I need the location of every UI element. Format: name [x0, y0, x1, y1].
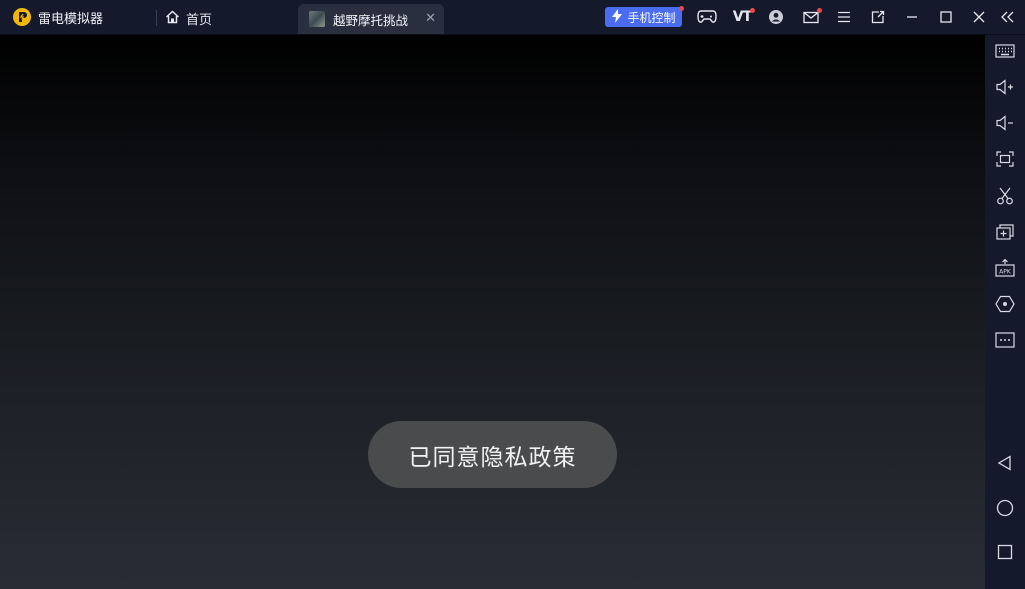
divider — [156, 10, 157, 26]
volume-down-icon[interactable] — [985, 108, 1025, 138]
close-icon[interactable] — [969, 8, 989, 26]
close-icon[interactable]: ✕ — [425, 11, 436, 26]
add-window-icon[interactable] — [985, 217, 1025, 247]
home-circle-icon[interactable] — [985, 493, 1025, 523]
vt-notification-dot — [750, 8, 755, 13]
back-icon[interactable] — [985, 448, 1025, 478]
location-icon[interactable] — [985, 289, 1025, 319]
title-bar: 雷电模拟器 首页 越野摩托挑战 ✕ 手机控制 VT — [0, 0, 1025, 35]
scissors-icon[interactable] — [985, 181, 1025, 211]
right-toolbar: APK — [985, 35, 1025, 589]
home-label: 首页 — [186, 13, 213, 28]
brand: 雷电模拟器 — [12, 7, 103, 27]
mail-notification-dot — [817, 8, 822, 13]
recent-apps-icon[interactable] — [985, 537, 1025, 567]
double-chevron-left-icon[interactable] — [997, 8, 1017, 26]
leidian-logo-icon — [12, 7, 32, 27]
toast-message: 已同意隐私政策 — [368, 421, 617, 488]
volume-up-icon[interactable] — [985, 72, 1025, 102]
svg-text:APK: APK — [999, 269, 1012, 276]
game-thumbnail — [309, 11, 325, 27]
minimize-icon[interactable] — [902, 8, 922, 26]
menu-icon[interactable] — [834, 8, 854, 26]
tab-title: 越野摩托挑战 — [333, 12, 409, 28]
keyboard-icon[interactable] — [985, 36, 1025, 66]
app-name: 雷电模拟器 — [38, 11, 104, 27]
restore-icon[interactable] — [868, 8, 888, 26]
maximize-icon[interactable] — [936, 8, 956, 26]
emulator-screen[interactable]: 已同意隐私政策 — [0, 35, 985, 589]
apk-install-icon[interactable]: APK — [985, 253, 1025, 283]
home-icon — [165, 9, 180, 28]
lightning-icon — [611, 8, 623, 26]
gamepad-icon[interactable] — [697, 8, 717, 26]
fullscreen-icon[interactable] — [985, 144, 1025, 174]
avatar-icon[interactable] — [766, 8, 786, 26]
game-tab[interactable]: 越野摩托挑战 ✕ — [298, 4, 444, 34]
more-icon[interactable] — [985, 325, 1025, 355]
vt-indicator[interactable]: VT — [732, 8, 752, 26]
phone-control-label: 手机控制 — [627, 10, 676, 25]
home-tab[interactable]: 首页 — [165, 9, 212, 28]
phone-control-button[interactable]: 手机控制 — [605, 7, 682, 27]
notification-dot — [679, 6, 684, 11]
